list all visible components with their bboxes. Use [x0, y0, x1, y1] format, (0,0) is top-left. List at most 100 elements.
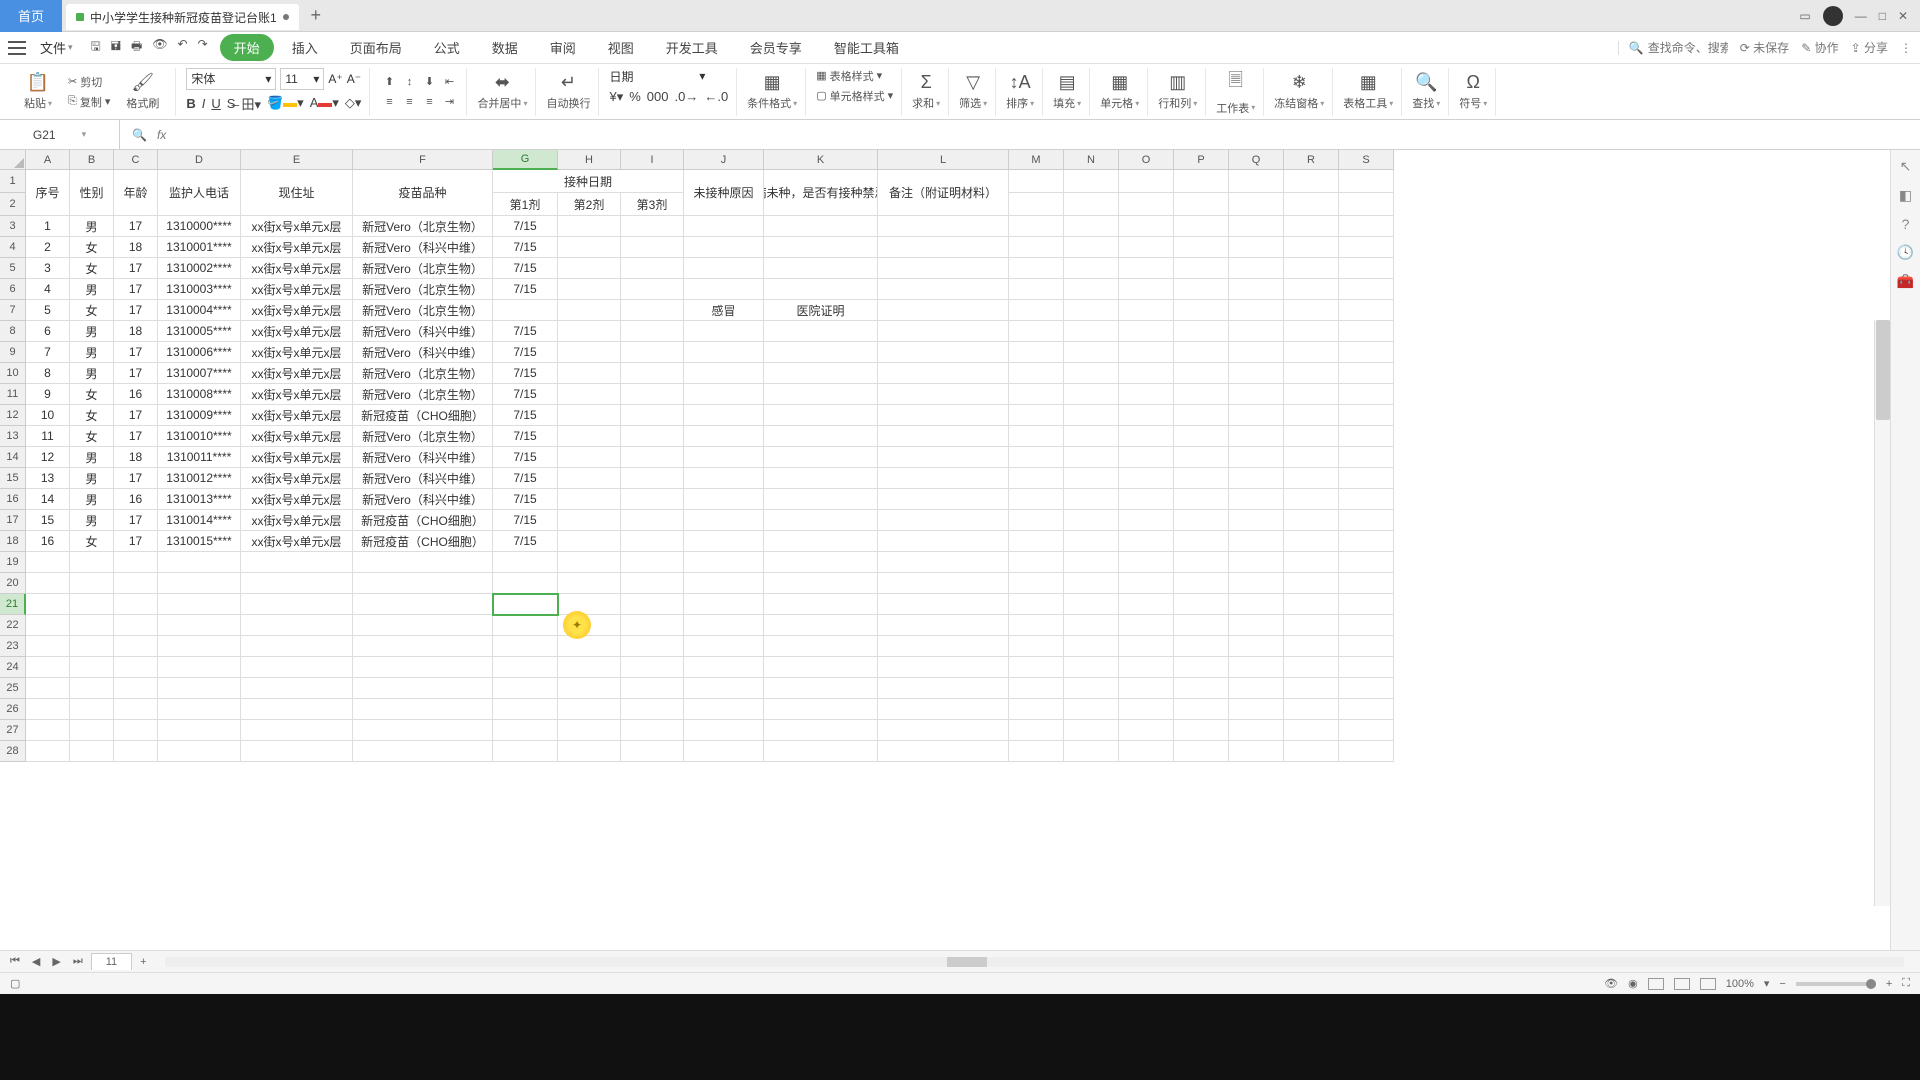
cell-C[interactable]: 17: [114, 531, 158, 552]
italic-button[interactable]: I: [202, 96, 206, 111]
undo-icon[interactable]: ↶: [178, 37, 188, 58]
cell-K[interactable]: [764, 594, 878, 615]
cell-Q[interactable]: [1229, 510, 1284, 531]
cell-Q[interactable]: [1229, 216, 1284, 237]
cell-A[interactable]: 5: [26, 300, 70, 321]
cell-A[interactable]: 16: [26, 531, 70, 552]
percent-button[interactable]: %: [629, 89, 641, 104]
cell-O[interactable]: [1119, 300, 1174, 321]
select-all-corner[interactable]: [0, 150, 26, 170]
cell-N[interactable]: [1064, 594, 1119, 615]
cell-J[interactable]: [684, 384, 764, 405]
sidebar-select-icon[interactable]: ↖: [1900, 158, 1912, 175]
cell-Q[interactable]: [1229, 170, 1284, 193]
cell-R[interactable]: [1284, 279, 1339, 300]
cell-A[interactable]: 15: [26, 510, 70, 531]
cell-Q[interactable]: [1229, 300, 1284, 321]
cell-Q[interactable]: [1229, 405, 1284, 426]
cell-F[interactable]: [353, 720, 493, 741]
cell-I[interactable]: [621, 741, 684, 762]
vertical-scrollbar[interactable]: [1874, 320, 1890, 906]
cell-P[interactable]: [1174, 657, 1229, 678]
align-mid[interactable]: ↕: [400, 73, 418, 91]
focus-icon[interactable]: ◉: [1628, 977, 1638, 990]
cell-H[interactable]: [558, 216, 621, 237]
cell-A[interactable]: 6: [26, 321, 70, 342]
cell-B[interactable]: 男: [70, 279, 114, 300]
cell-O[interactable]: [1119, 720, 1174, 741]
cell-K[interactable]: 医院证明: [764, 300, 878, 321]
col-header-D[interactable]: D: [158, 150, 241, 170]
cell-R[interactable]: [1284, 510, 1339, 531]
cell-Q[interactable]: [1229, 426, 1284, 447]
cell-L[interactable]: [878, 279, 1009, 300]
cell-A[interactable]: 9: [26, 384, 70, 405]
cell-R[interactable]: [1284, 720, 1339, 741]
cell-N[interactable]: [1064, 384, 1119, 405]
cell-F[interactable]: 新冠Vero（北京生物）: [353, 258, 493, 279]
cell-R[interactable]: [1284, 405, 1339, 426]
cell-B[interactable]: [70, 699, 114, 720]
cell-G[interactable]: 7/15: [493, 468, 558, 489]
cell-H[interactable]: [558, 342, 621, 363]
document-tab[interactable]: 中小学学生接种新冠疫苗登记台账1: [66, 4, 299, 30]
cell-R[interactable]: [1284, 193, 1339, 216]
cell-E[interactable]: xx街x号x单元x层: [241, 321, 353, 342]
fill-button[interactable]: 填充▾: [1053, 95, 1081, 111]
sheet-nav-next[interactable]: ▶: [48, 955, 64, 968]
cell-G[interactable]: 第1剂: [493, 193, 558, 216]
cell-K[interactable]: [764, 615, 878, 636]
cell-E[interactable]: [241, 720, 353, 741]
cell-G[interactable]: 7/15: [493, 363, 558, 384]
cell-L[interactable]: [878, 741, 1009, 762]
cell-E[interactable]: xx街x号x单元x层: [241, 363, 353, 384]
cell-P[interactable]: [1174, 384, 1229, 405]
cell-O[interactable]: [1119, 216, 1174, 237]
cell-R[interactable]: [1284, 170, 1339, 193]
cell-D[interactable]: 1310014****: [158, 510, 241, 531]
col-header-E[interactable]: E: [241, 150, 353, 170]
cell-O[interactable]: [1119, 193, 1174, 216]
cell-D[interactable]: 1310000****: [158, 216, 241, 237]
cell-F[interactable]: 新冠Vero（北京生物）: [353, 216, 493, 237]
collab-button[interactable]: ✎ 协作: [1801, 39, 1838, 56]
tab-review[interactable]: 审阅: [536, 34, 590, 61]
cell-B[interactable]: [70, 657, 114, 678]
home-tab[interactable]: 首页: [0, 0, 62, 32]
cell-C[interactable]: [114, 741, 158, 762]
cell-G[interactable]: 7/15: [493, 216, 558, 237]
cell-Q[interactable]: [1229, 258, 1284, 279]
cell-I[interactable]: [621, 363, 684, 384]
row-header-1[interactable]: 1: [0, 170, 26, 193]
cell-H[interactable]: [558, 321, 621, 342]
cell-R[interactable]: [1284, 384, 1339, 405]
cell-S[interactable]: [1339, 384, 1394, 405]
cell-O[interactable]: [1119, 342, 1174, 363]
cell-N[interactable]: [1064, 279, 1119, 300]
cell-R[interactable]: [1284, 489, 1339, 510]
tab-formula[interactable]: 公式: [420, 34, 474, 61]
cell-M[interactable]: [1009, 216, 1064, 237]
cell-J[interactable]: [684, 489, 764, 510]
cell-J[interactable]: [684, 573, 764, 594]
cell-P[interactable]: [1174, 321, 1229, 342]
table-style-button[interactable]: ▦ 表格样式▾: [816, 68, 882, 84]
cell-B[interactable]: [70, 720, 114, 741]
cell-G[interactable]: [493, 636, 558, 657]
cell-O[interactable]: [1119, 510, 1174, 531]
cell-B[interactable]: [70, 552, 114, 573]
row-header-16[interactable]: 16: [0, 489, 26, 510]
cell-I[interactable]: [621, 552, 684, 573]
fill-color-button[interactable]: 🪣▾: [267, 95, 304, 111]
cell-O[interactable]: [1119, 363, 1174, 384]
cell-D[interactable]: [158, 552, 241, 573]
cell-H[interactable]: [558, 258, 621, 279]
cell-C[interactable]: [114, 699, 158, 720]
col-header-A[interactable]: A: [26, 150, 70, 170]
cell-L[interactable]: [878, 321, 1009, 342]
cell-L[interactable]: [878, 258, 1009, 279]
cell-S[interactable]: [1339, 531, 1394, 552]
cell-M[interactable]: [1009, 363, 1064, 384]
file-menu[interactable]: 文件▾: [34, 36, 79, 59]
cell-F[interactable]: 新冠Vero（北京生物）: [353, 279, 493, 300]
